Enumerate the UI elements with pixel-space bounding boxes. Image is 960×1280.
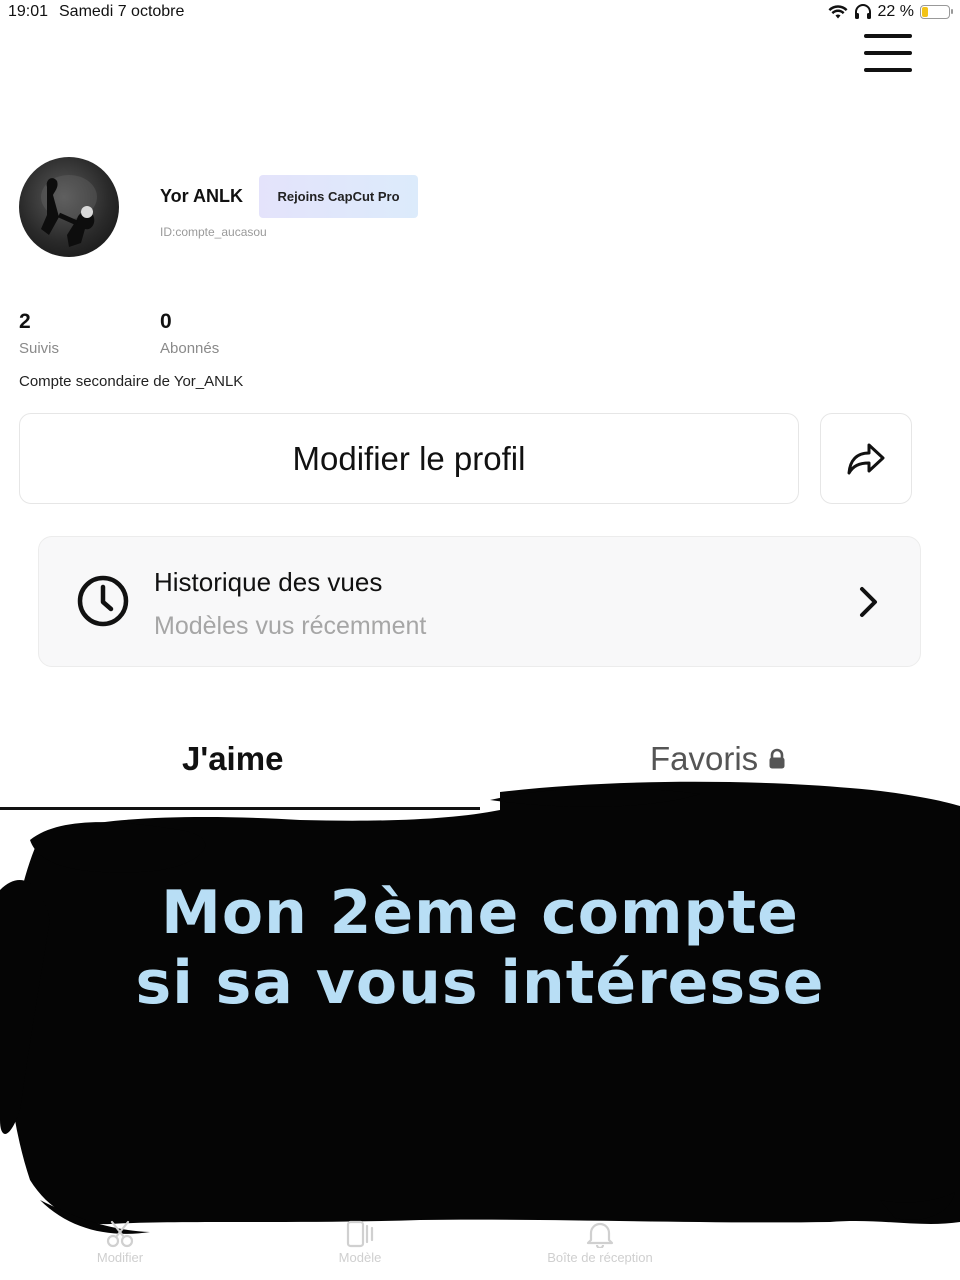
overlay-line-1: Mon 2ème compte: [161, 878, 799, 948]
nav-label-me: Moi: [829, 1250, 851, 1265]
avatar-image: [41, 175, 97, 247]
wifi-icon: [828, 5, 848, 19]
clock-icon: [77, 575, 129, 627]
history-subtitle: Modèles vus récemment: [154, 612, 427, 640]
tab-favorites-label: Favoris: [650, 740, 759, 777]
bio: Compte secondaire de Yor_ANLK: [19, 373, 244, 390]
overlay-line-2: si sa vous intéresse: [135, 948, 825, 1018]
headphones-icon: [854, 4, 871, 19]
edit-profile-button[interactable]: Modifier le profil: [19, 413, 799, 504]
capcut-pro-button[interactable]: Rejoins CapCut Pro: [259, 175, 418, 218]
bell-icon: [586, 1222, 614, 1248]
followers-count[interactable]: 0: [160, 310, 172, 334]
followers-label[interactable]: Abonnés: [160, 340, 219, 357]
menu-line: [864, 68, 912, 72]
status-time: 19:01: [8, 3, 49, 20]
username: Yor ANLK: [160, 186, 243, 206]
person-icon: [827, 1221, 853, 1247]
following-count[interactable]: 2: [19, 310, 31, 334]
share-icon: [847, 443, 885, 474]
nav-label-inbox: Boîte de réception: [547, 1250, 653, 1265]
nav-label-modifier: Modifier: [96, 1250, 144, 1265]
lock-icon: [769, 748, 785, 769]
avatar[interactable]: [19, 157, 119, 257]
share-button[interactable]: [820, 413, 912, 504]
scissors-icon: [106, 1220, 134, 1248]
user-id: ID:compte_aucasou: [160, 225, 267, 239]
battery-fill: [922, 7, 929, 17]
menu-icon[interactable]: [864, 34, 912, 72]
nav-item-modifier[interactable]: Modifier: [40, 1210, 200, 1265]
marker-scribble: [0, 781, 960, 1234]
nav-label-template: Modèle: [338, 1250, 382, 1265]
nav-item-template[interactable]: Modèle: [280, 1210, 440, 1265]
template-icon: [346, 1220, 374, 1248]
chevron-right-icon: [860, 587, 877, 617]
history-card[interactable]: Historique des vues Modèles vus récemmen…: [38, 536, 921, 667]
battery-percent: 22 %: [877, 3, 914, 20]
tab-likes[interactable]: J'aime: [182, 740, 283, 778]
overlay-caption: Mon 2ème compte si sa vous intéresse: [0, 878, 960, 1018]
status-date: Samedi 7 octobre: [59, 3, 185, 20]
status-indicators: 22 %: [828, 3, 953, 21]
menu-line: [864, 34, 912, 38]
menu-line: [864, 51, 912, 55]
following-label[interactable]: Suivis: [19, 340, 59, 357]
nav-item-inbox[interactable]: Boîte de réception: [520, 1210, 680, 1265]
bottom-nav: Modifier Modèle Boîte de réception Moi: [0, 1210, 960, 1270]
battery-icon: [920, 5, 953, 19]
tab-favorites[interactable]: Favoris: [650, 740, 786, 778]
history-title: Historique des vues: [154, 567, 383, 597]
status-bar: 19:01 Samedi 7 octobre 22 %: [0, 0, 960, 26]
nav-item-me[interactable]: Moi: [760, 1210, 920, 1265]
